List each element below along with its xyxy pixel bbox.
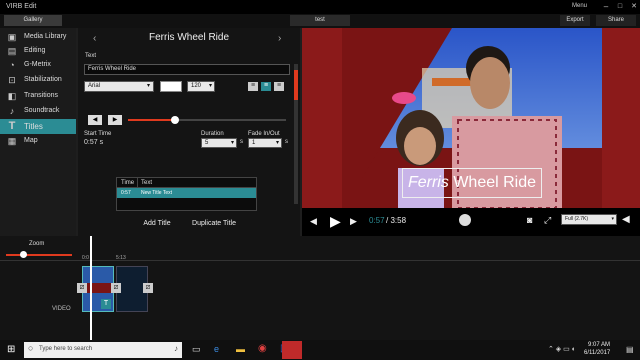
- video-clip-1[interactable]: ⧄ T: [77, 266, 114, 312]
- start-time-value: 0:57 s: [84, 139, 104, 146]
- add-title-button[interactable]: Add Title: [134, 217, 180, 231]
- taskbar: ⊞ ○ Type here to search ♪ ▭ e ▬ ◉ ▣ ⌃ ◈ …: [0, 340, 640, 360]
- align-right-icon[interactable]: ≡: [274, 82, 284, 91]
- editing-icon: ▤: [7, 46, 17, 56]
- transition-icon[interactable]: ⧄: [143, 283, 153, 293]
- notifications-icon[interactable]: ▤: [626, 345, 634, 354]
- video-clip-2[interactable]: ⧄ ⧄: [111, 266, 153, 312]
- fade-label: Fade In/Out: [248, 131, 280, 137]
- duplicate-title-button[interactable]: Duplicate Title: [185, 217, 243, 231]
- zoom-label: Zoom: [29, 241, 45, 247]
- map-icon: ▦: [7, 136, 17, 146]
- system-tray-icons[interactable]: ⌃ ◈ ▭ ◐: [548, 345, 576, 353]
- task-view-icon[interactable]: ▭: [192, 344, 201, 355]
- video-preview[interactable]: Ferris Wheel Ride: [302, 28, 640, 208]
- playhead[interactable]: [90, 236, 92, 340]
- camera-icon[interactable]: ◙: [527, 215, 532, 225]
- duration-select[interactable]: 5 ▾: [201, 138, 237, 148]
- start-time-label: Start Time: [84, 131, 112, 137]
- transition-icon[interactable]: ⧄: [111, 283, 121, 293]
- align-left-icon[interactable]: ≡: [248, 82, 258, 91]
- table-header: Time Text: [117, 178, 256, 188]
- virb-edit-taskbar-icon[interactable]: [282, 341, 302, 359]
- current-time: 0:57: [369, 216, 385, 225]
- step-forward-button[interactable]: ▶: [108, 115, 122, 125]
- sidebar-item-editing[interactable]: ▤ Editing: [0, 44, 76, 58]
- color-swatch[interactable]: [160, 81, 182, 92]
- timeline-marker-start: 0:0: [82, 255, 89, 261]
- fade-unit: s: [285, 139, 288, 145]
- transition-icon[interactable]: ⧄: [77, 283, 87, 293]
- share-button[interactable]: Share: [596, 15, 636, 26]
- sidebar-item-titles[interactable]: T Titles: [0, 119, 76, 134]
- gmetrix-icon: ◔: [9, 60, 15, 70]
- gallery-button[interactable]: Gallery: [4, 15, 62, 26]
- sidebar-item-transitions[interactable]: ◧ Transitions: [0, 89, 76, 103]
- play-icon[interactable]: ▶: [330, 213, 341, 230]
- title-bar: VIRB Edit Menu – □ ✕: [0, 0, 640, 14]
- edge-browser-icon[interactable]: e: [214, 344, 219, 354]
- sidebar-item-stabilization[interactable]: ⊡ Stabilization: [0, 73, 76, 87]
- timeline-marker-second: 5:13: [116, 255, 126, 261]
- video-track-label: VIDEO: [52, 306, 71, 312]
- clock-time: 9:07 AM: [588, 342, 611, 348]
- sidebar-item-media-library[interactable]: ▣ Media Library: [0, 30, 76, 44]
- duration-unit: s: [240, 139, 243, 145]
- panel-title: Ferris Wheel Ride: [148, 32, 230, 43]
- project-tab[interactable]: test: [290, 15, 350, 26]
- titles-icon: T: [8, 120, 16, 132]
- taskbar-search-box[interactable]: ○ Type here to search ♪: [24, 342, 182, 358]
- windows-start-icon[interactable]: ⊞: [7, 344, 15, 355]
- total-time: / 3:58: [386, 216, 407, 225]
- close-icon[interactable]: ✕: [624, 0, 640, 14]
- title-text-input[interactable]: Ferris Wheel Ride: [84, 64, 290, 75]
- title-clip-badge[interactable]: T: [101, 299, 111, 309]
- zoom-slider[interactable]: [6, 251, 72, 258]
- menu-button[interactable]: Menu: [572, 3, 587, 9]
- sidebar-item-map[interactable]: ▦ Map: [0, 134, 76, 148]
- position-slider[interactable]: [128, 116, 286, 124]
- export-button[interactable]: Export: [560, 15, 590, 26]
- panel-scrollbar[interactable]: [294, 64, 298, 204]
- align-center-icon[interactable]: ≡: [261, 82, 271, 91]
- sidebar-item-soundtrack[interactable]: ♪ Soundtrack: [0, 104, 76, 118]
- microphone-icon[interactable]: ♪: [174, 344, 178, 353]
- sidebar-item-gmetrix[interactable]: ◔ G-Metrix: [0, 58, 76, 72]
- soundtrack-icon: ♪: [9, 106, 15, 116]
- forward-icon[interactable]: ▶: [350, 216, 357, 227]
- playback-controls: ◀ ▶ ▶ 0:57 / 3:58 ◙ ⤢ Full (2.7K) ▾ ◀: [302, 208, 640, 236]
- search-icon: ○: [28, 343, 34, 353]
- toolbar: Gallery test Export Share: [0, 14, 640, 28]
- font-size-select[interactable]: 120 ▾: [187, 81, 215, 92]
- quality-select[interactable]: Full (2.7K) ▾: [561, 214, 617, 225]
- stabilization-icon: ⊡: [8, 75, 16, 85]
- transitions-icon: ◧: [7, 91, 17, 101]
- media-icon: ▣: [7, 32, 17, 42]
- chrome-icon[interactable]: ◉: [258, 343, 267, 354]
- duration-label: Duration: [201, 131, 224, 137]
- fullscreen-icon[interactable]: ⤢: [544, 215, 551, 226]
- sidebar: ▣ Media Library ▤ Editing ◔ G-Metrix ⊡ Stabi…: [0, 28, 76, 236]
- gauge-icon[interactable]: [459, 214, 471, 226]
- table-row[interactable]: 0:57 New Title Text: [117, 188, 256, 198]
- rewind-icon[interactable]: ◀: [310, 216, 317, 227]
- app-title: VIRB Edit: [6, 3, 37, 10]
- timeline: Zoom 0:0 5:13 ⧄ T ⧄ ⧄ VIDEO: [0, 236, 640, 340]
- clock-date: 6/11/2017: [584, 350, 611, 356]
- text-label: Text: [85, 53, 97, 59]
- title-overlay[interactable]: Ferris Wheel Ride: [402, 168, 542, 198]
- fade-select[interactable]: 1 ▾: [248, 138, 282, 148]
- file-explorer-icon[interactable]: ▬: [236, 344, 245, 354]
- font-select[interactable]: Arial ▾: [84, 81, 154, 92]
- volume-icon[interactable]: ◀: [622, 214, 630, 225]
- titles-table: Time Text 0:57 New Title Text: [116, 177, 257, 211]
- step-back-button[interactable]: ◀: [88, 115, 102, 125]
- zoom-handle[interactable]: [20, 251, 27, 258]
